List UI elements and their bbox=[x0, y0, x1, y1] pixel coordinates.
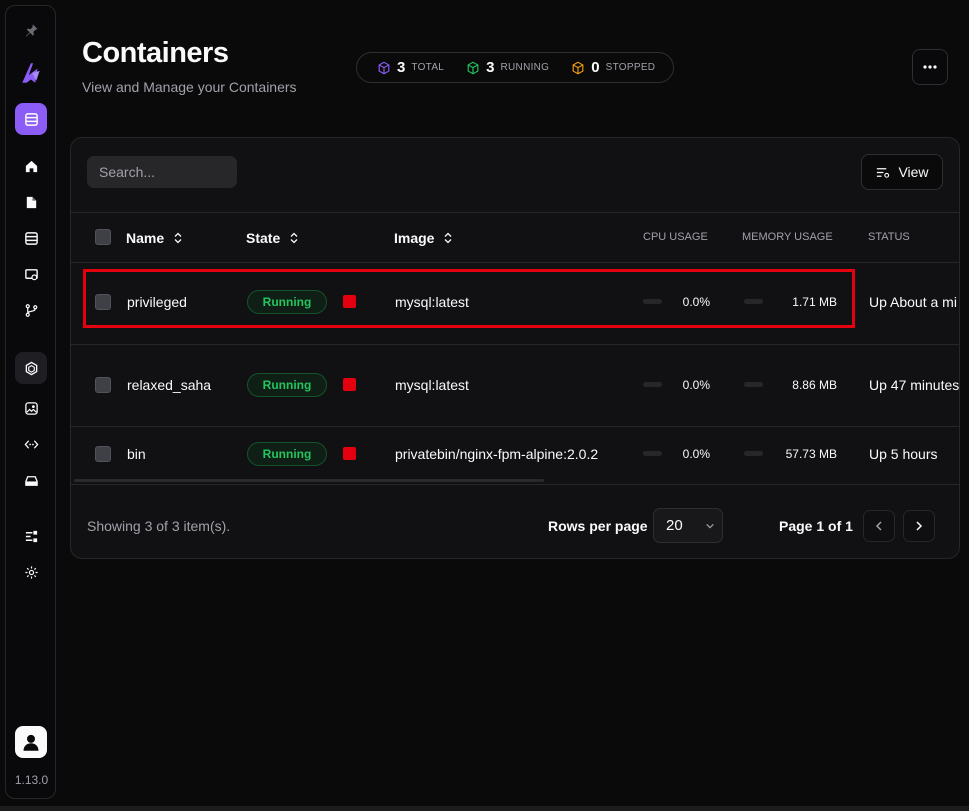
horizontal-scrollbar[interactable] bbox=[74, 479, 544, 482]
rows-per-page-select[interactable]: 20 bbox=[653, 508, 723, 543]
search-input[interactable]: Search... bbox=[87, 156, 237, 188]
volumes-icon[interactable] bbox=[6, 464, 57, 496]
memory-bar bbox=[744, 382, 763, 387]
cpu-bar bbox=[643, 382, 662, 387]
column-header-image[interactable]: Image bbox=[394, 230, 453, 246]
git-branch-icon[interactable] bbox=[6, 294, 57, 326]
sort-icon bbox=[174, 232, 182, 244]
view-button[interactable]: View bbox=[861, 154, 943, 190]
container-name[interactable]: bin bbox=[127, 446, 146, 462]
user-avatar-icon[interactable] bbox=[15, 726, 47, 758]
column-header-cpu: CPU USAGE bbox=[643, 231, 708, 243]
box-icon bbox=[378, 61, 390, 74]
templates-icon[interactable] bbox=[6, 258, 57, 290]
stat-stopped-value: 0 bbox=[591, 59, 600, 76]
divider bbox=[71, 344, 959, 345]
memory-bar bbox=[744, 451, 763, 456]
sort-icon bbox=[445, 232, 452, 244]
memory-value: 57.73 MB bbox=[785, 447, 837, 461]
stop-button[interactable] bbox=[343, 447, 356, 460]
folder-icon[interactable] bbox=[6, 186, 57, 218]
networks-icon[interactable] bbox=[6, 428, 57, 460]
box-icon bbox=[572, 61, 584, 74]
state-badge: Running bbox=[247, 442, 327, 466]
showing-count: Showing 3 of 3 item(s). bbox=[87, 518, 231, 534]
pin-icon[interactable] bbox=[6, 14, 57, 46]
status-text: Up 5 hours bbox=[869, 446, 938, 462]
rows-per-page-label: Rows per page bbox=[548, 518, 648, 534]
page-subtitle: View and Manage your Containers bbox=[82, 79, 297, 95]
nav-primary-button[interactable] bbox=[15, 103, 47, 135]
stat-running: 3 RUNNING bbox=[466, 59, 549, 76]
stat-stopped: 0 STOPPED bbox=[571, 59, 655, 76]
memory-value: 8.86 MB bbox=[792, 378, 837, 392]
servers-icon[interactable] bbox=[6, 222, 57, 254]
more-horizontal-icon bbox=[923, 65, 937, 69]
stat-total-value: 3 bbox=[397, 59, 406, 76]
divider bbox=[71, 484, 959, 485]
row-checkbox[interactable] bbox=[95, 446, 111, 462]
status-text: Up 47 minutes bbox=[869, 377, 960, 393]
settings-icon[interactable] bbox=[6, 556, 57, 588]
stat-stopped-label: STOPPED bbox=[605, 62, 656, 73]
column-header-memory: MEMORY USAGE bbox=[742, 231, 833, 243]
images-icon[interactable] bbox=[6, 392, 57, 424]
settings-sliders-icon bbox=[877, 167, 890, 178]
status-text: Up About a mi bbox=[869, 294, 957, 310]
page-indicator: Page 1 of 1 bbox=[779, 518, 853, 534]
cpu-bar bbox=[643, 451, 662, 456]
sort-icon bbox=[290, 232, 298, 244]
stop-button[interactable] bbox=[343, 378, 356, 391]
row-highlight bbox=[83, 269, 855, 328]
page-title: Containers bbox=[82, 37, 229, 69]
chevron-left-icon bbox=[875, 521, 882, 531]
stat-running-value: 3 bbox=[486, 59, 495, 76]
next-page-button[interactable] bbox=[903, 510, 935, 542]
container-name[interactable]: relaxed_saha bbox=[127, 377, 211, 393]
containers-icon[interactable] bbox=[15, 352, 47, 384]
app-version: 1.13.0 bbox=[14, 773, 49, 787]
events-icon[interactable] bbox=[6, 520, 57, 552]
column-header-status: STATUS bbox=[868, 231, 910, 243]
container-image: mysql:latest bbox=[395, 377, 469, 393]
rows-per-page-value: 20 bbox=[666, 517, 683, 534]
divider bbox=[71, 262, 959, 263]
containers-card: Search... View Name State Image CPU USAG… bbox=[70, 137, 960, 559]
sidebar: 1.13.0 bbox=[5, 5, 56, 799]
box-icon bbox=[467, 61, 479, 74]
chevron-right-icon bbox=[916, 521, 923, 531]
divider bbox=[71, 212, 959, 213]
row-checkbox[interactable] bbox=[95, 377, 111, 393]
column-header-name[interactable]: Name bbox=[126, 230, 183, 246]
home-icon[interactable] bbox=[6, 150, 57, 182]
stat-total: 3 TOTAL bbox=[377, 59, 444, 76]
column-header-state-label: State bbox=[246, 230, 281, 246]
chevron-down-icon bbox=[705, 523, 714, 528]
arcane-logo-icon[interactable] bbox=[6, 56, 57, 90]
column-header-name-label: Name bbox=[126, 230, 165, 246]
cpu-value: 0.0% bbox=[682, 378, 710, 392]
divider bbox=[71, 426, 959, 427]
stat-total-label: TOTAL bbox=[411, 62, 445, 73]
more-actions-button[interactable] bbox=[912, 49, 948, 85]
view-button-label: View bbox=[898, 164, 929, 180]
bottom-strip bbox=[0, 806, 969, 811]
select-all-checkbox[interactable] bbox=[95, 229, 111, 245]
column-header-state[interactable]: State bbox=[246, 230, 299, 246]
previous-page-button[interactable] bbox=[863, 510, 895, 542]
stat-running-label: RUNNING bbox=[500, 62, 550, 73]
column-header-image-label: Image bbox=[394, 230, 435, 246]
cpu-value: 0.0% bbox=[682, 447, 710, 461]
state-badge: Running bbox=[247, 373, 327, 397]
container-image: privatebin/nginx-fpm-alpine:2.0.2 bbox=[395, 446, 599, 462]
stats-bar: 3 TOTAL 3 RUNNING 0 STOPPED bbox=[356, 52, 674, 83]
